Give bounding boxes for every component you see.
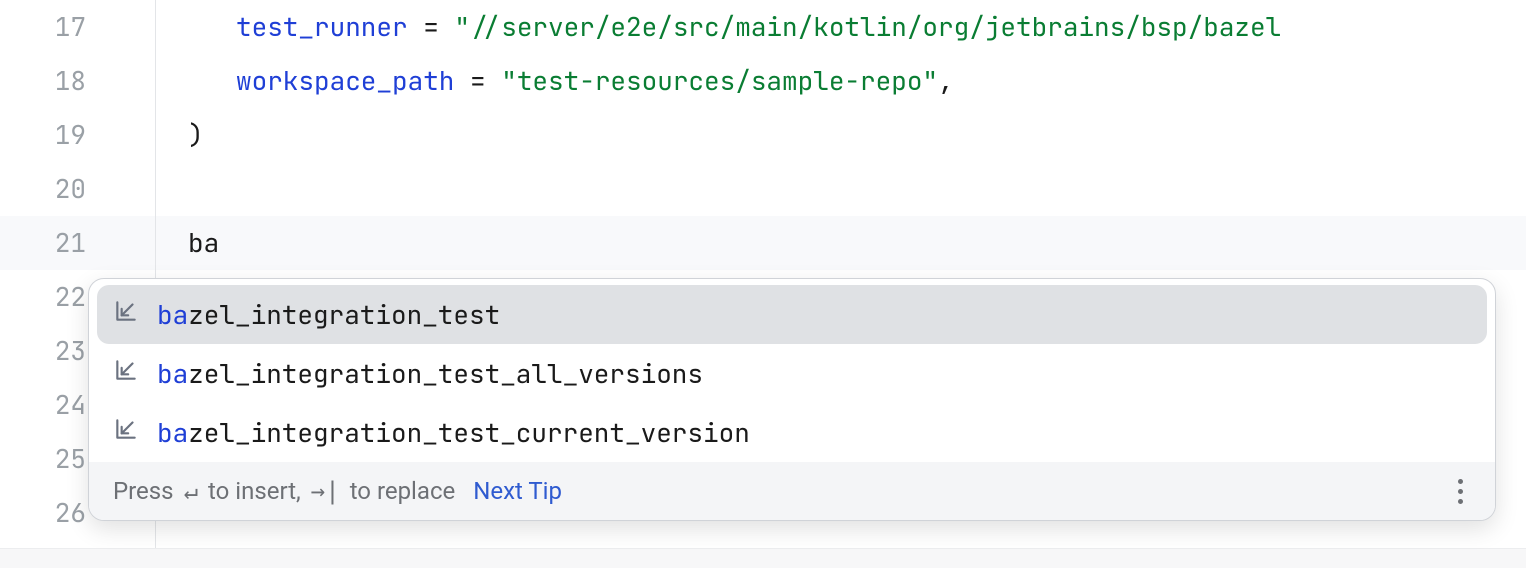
code-content[interactable]: ) bbox=[120, 108, 1526, 162]
code-line[interactable]: 20 bbox=[0, 162, 1526, 216]
symbol-icon bbox=[113, 406, 139, 460]
line-number: 21 bbox=[0, 216, 120, 270]
code-content[interactable]: workspace_path = "test-resources/sample-… bbox=[120, 54, 1526, 108]
footer-hint-press: Press bbox=[113, 464, 174, 518]
code-content[interactable]: test_runner = "//server/e2e/src/main/kot… bbox=[120, 0, 1526, 54]
code-editor[interactable]: 17test_runner = "//server/e2e/src/main/k… bbox=[0, 0, 1526, 568]
code-content[interactable]: ba bbox=[120, 216, 1526, 270]
line-number: 19 bbox=[0, 108, 120, 162]
line-number: 18 bbox=[0, 54, 120, 108]
tab-key-icon: →| bbox=[311, 464, 340, 518]
line-number: 17 bbox=[0, 0, 120, 54]
token: = bbox=[454, 63, 501, 98]
autocomplete-item[interactable]: bazel_integration_test_current_version bbox=[97, 403, 1487, 462]
token: ) bbox=[188, 117, 204, 152]
more-options-icon[interactable] bbox=[1449, 479, 1471, 504]
code-line[interactable]: 21 ba bbox=[0, 216, 1526, 270]
token: ba bbox=[188, 225, 219, 260]
symbol-icon bbox=[113, 347, 139, 401]
token: = bbox=[408, 9, 455, 44]
token: "test-resources/sample-repo" bbox=[501, 63, 938, 98]
autocomplete-footer: Press ↵ to insert, →| to replace Next Ti… bbox=[89, 462, 1495, 520]
autocomplete-item[interactable]: bazel_integration_test_all_versions bbox=[97, 344, 1487, 403]
token: , bbox=[938, 63, 954, 98]
autocomplete-label: bazel_integration_test bbox=[157, 288, 500, 342]
enter-key-icon: ↵ bbox=[184, 464, 198, 518]
token: workspace_path bbox=[236, 63, 454, 98]
footer-hint-replace: to replace bbox=[350, 464, 456, 518]
token: test_runner bbox=[236, 9, 408, 44]
footer-hint-insert: to insert, bbox=[208, 464, 301, 518]
autocomplete-label: bazel_integration_test_current_version bbox=[157, 406, 750, 460]
code-line[interactable]: 17test_runner = "//server/e2e/src/main/k… bbox=[0, 0, 1526, 54]
autocomplete-item[interactable]: bazel_integration_test bbox=[97, 285, 1487, 344]
next-tip-link[interactable]: Next Tip bbox=[473, 464, 562, 518]
line-number: 20 bbox=[0, 162, 120, 216]
autocomplete-popup: bazel_integration_testbazel_integration_… bbox=[88, 278, 1496, 521]
editor-bottom-strip bbox=[0, 548, 1526, 568]
symbol-icon bbox=[113, 288, 139, 342]
code-line[interactable]: 18workspace_path = "test-resources/sampl… bbox=[0, 54, 1526, 108]
autocomplete-label: bazel_integration_test_all_versions bbox=[157, 347, 703, 401]
token: "//server/e2e/src/main/kotlin/org/jetbra… bbox=[454, 9, 1281, 44]
code-line[interactable]: 19) bbox=[0, 108, 1526, 162]
